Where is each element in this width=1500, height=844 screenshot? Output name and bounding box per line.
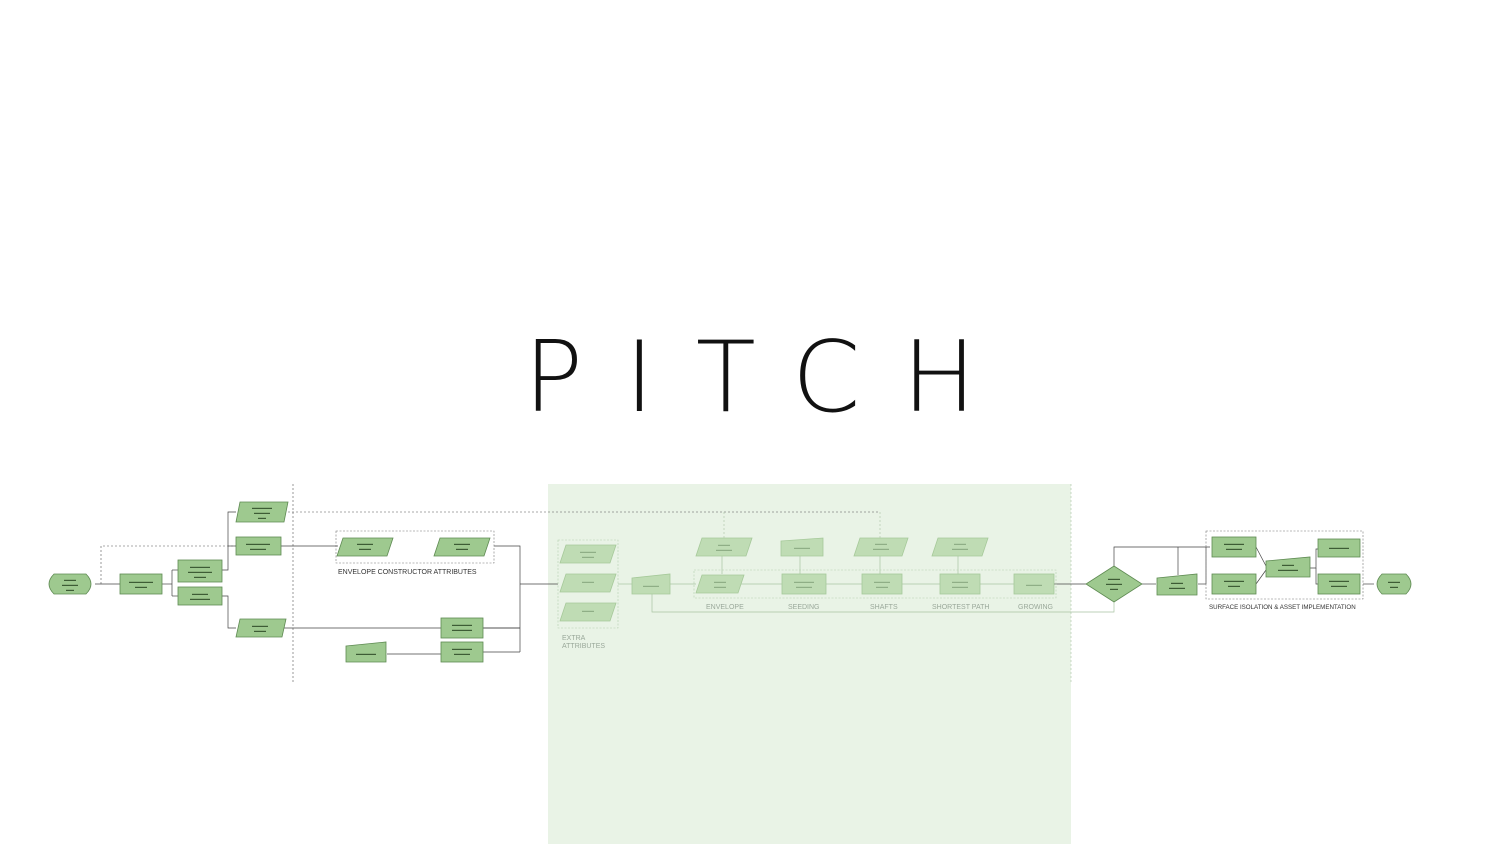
edges-middle <box>618 512 1115 613</box>
svg-text:▬▬▬▬: ▬▬▬▬ <box>952 584 968 589</box>
input-node: ▬▬▬▬ ▬▬▬ <box>235 618 287 638</box>
extra-attributes-label-line1: EXTRA <box>562 635 586 642</box>
svg-text:▬▬▬▬: ▬▬▬▬ <box>1331 583 1347 588</box>
process-node: ▬▬▬▬ ▬▬▬▬ <box>939 573 981 595</box>
manual-input-node: ▬▬▬▬ <box>780 537 824 557</box>
decision-node: ▬▬▬ ▬▬▬▬ ▬▬ <box>1085 565 1143 603</box>
end-node: ▬▬▬ ▬▬ <box>1376 573 1412 595</box>
process-node: ▬▬▬▬▬ ▬▬▬▬▬▬ ▬▬▬ <box>177 559 223 583</box>
input-node: ▬▬▬ ▬▬▬▬ <box>853 537 909 557</box>
svg-text:▬▬▬▬▬: ▬▬▬▬▬ <box>356 651 376 656</box>
process-node: ▬▬▬▬▬▬ ▬▬▬▬ <box>235 536 282 556</box>
edges-left <box>95 511 880 655</box>
input-node: ▬▬▬ ▬▬▬ <box>695 574 745 594</box>
svg-text:▬▬▬▬: ▬▬▬▬ <box>1169 585 1185 590</box>
svg-text:▬▬▬▬: ▬▬▬▬ <box>454 651 470 656</box>
input-node: ▬▬▬▬ ▬▬▬ <box>433 537 491 557</box>
svg-text:▬▬: ▬▬ <box>1390 584 1398 589</box>
manual-input-node: ▬▬▬▬ <box>631 573 671 595</box>
svg-text:▬▬▬▬: ▬▬▬▬ <box>794 545 810 550</box>
svg-text:▬▬▬▬: ▬▬▬▬ <box>716 547 732 552</box>
svg-text:▬▬▬: ▬▬▬ <box>456 546 468 551</box>
process-node: ▬▬▬▬ ▬▬▬ <box>861 573 903 595</box>
process-node: ▬▬▬▬▬ ▬▬▬▬ <box>440 641 484 663</box>
input-node: ▬▬▬ ▬▬▬▬ <box>695 537 753 557</box>
svg-text:▬▬▬▬▬: ▬▬▬▬▬ <box>1329 545 1349 550</box>
manual-input-node: ▬▬▬▬▬ <box>345 641 387 663</box>
stage-label-shortest-path: SHORTEST PATH <box>932 604 989 611</box>
svg-text:▬▬▬: ▬▬▬ <box>582 608 594 613</box>
svg-text:▬▬▬: ▬▬▬ <box>194 574 206 579</box>
svg-text:▬▬▬: ▬▬▬ <box>582 554 594 559</box>
manual-input-node: ▬▬▬ ▬▬▬▬ <box>1156 573 1198 596</box>
svg-text:▬▬▬: ▬▬▬ <box>876 584 888 589</box>
process-node: ▬▬▬▬ <box>1013 573 1055 595</box>
manual-input-node: ▬▬▬ ▬▬▬▬▬ <box>1265 556 1311 578</box>
envelope-constructor-label: ENVELOPE CONSTRUCTOR ATTRIBUTES <box>338 569 477 576</box>
process-node: ▬▬▬▬▬ <box>1317 538 1361 558</box>
svg-text:▬▬▬: ▬▬▬ <box>135 584 147 589</box>
stage-label-seeding: SEEDING <box>788 604 820 611</box>
svg-text:▬▬▬: ▬▬▬ <box>714 584 726 589</box>
svg-text:▬▬▬: ▬▬▬ <box>1228 583 1240 588</box>
svg-text:▬▬▬▬▬: ▬▬▬▬▬ <box>452 627 472 632</box>
svg-text:▬▬▬▬: ▬▬▬▬ <box>796 584 812 589</box>
svg-text:▬▬: ▬▬ <box>66 587 74 592</box>
svg-text:▬▬▬: ▬▬▬ <box>359 546 371 551</box>
svg-text:▬▬▬▬: ▬▬▬▬ <box>952 546 968 551</box>
input-node: ▬▬▬ ▬▬▬▬ <box>931 537 989 557</box>
input-node: ▬▬▬ <box>559 602 617 622</box>
process-node: ▬▬▬▬▬▬ ▬▬▬ <box>119 573 163 595</box>
svg-text:▬▬: ▬▬ <box>1110 586 1118 591</box>
svg-text:▬▬▬▬: ▬▬▬▬ <box>643 583 659 588</box>
svg-text:▬▬▬▬▬: ▬▬▬▬▬ <box>190 596 210 601</box>
svg-text:▬▬▬▬: ▬▬▬▬ <box>1226 546 1242 551</box>
svg-text:▬▬▬: ▬▬▬ <box>582 579 594 584</box>
svg-text:▬▬▬▬: ▬▬▬▬ <box>1026 582 1042 587</box>
svg-text:▬▬: ▬▬ <box>258 515 266 520</box>
input-node: ▬▬▬▬ ▬▬▬ <box>559 544 617 564</box>
input-node: ▬▬▬ <box>559 573 617 593</box>
process-node: ▬▬▬▬▬ ▬▬▬ <box>1211 573 1257 595</box>
input-node: ▬▬▬▬ ▬▬▬ <box>336 537 394 557</box>
start-node: ▬▬▬ ▬▬▬▬ ▬▬ <box>48 573 92 595</box>
process-node: ▬▬▬▬▬ ▬▬▬▬ <box>1211 536 1257 558</box>
process-node: ▬▬▬▬▬ ▬▬▬▬▬ <box>440 617 484 639</box>
input-node: ▬▬▬▬▬ ▬▬▬▬ ▬▬ <box>235 501 289 523</box>
stage-label-growing: GROWING <box>1018 604 1053 611</box>
surface-isolation-label: SURFACE ISOLATION & ASSET IMPLEMENTATION <box>1209 604 1356 611</box>
svg-text:▬▬▬▬: ▬▬▬▬ <box>873 546 889 551</box>
svg-text:▬▬▬▬: ▬▬▬▬ <box>250 546 266 551</box>
stage-label-shafts: SHAFTS <box>870 604 898 611</box>
svg-text:▬▬▬: ▬▬▬ <box>254 628 266 633</box>
extra-attributes-label-line2: ATTRIBUTES <box>562 643 605 650</box>
process-node: ▬▬▬▬ ▬▬▬▬▬ <box>177 586 223 606</box>
process-node: ▬▬▬▬▬ ▬▬▬▬ <box>781 573 827 595</box>
stage-label-envelope: ENVELOPE <box>706 604 744 611</box>
flowchart-diagram: ▬▬▬ ▬▬▬▬ ▬▬ ▬▬▬▬▬▬ ▬▬▬ ▬▬▬▬▬ ▬▬▬▬▬▬ ▬▬▬ … <box>48 484 1412 682</box>
process-node: ▬▬▬▬▬ ▬▬▬▬ <box>1317 573 1361 595</box>
svg-text:▬▬▬▬▬: ▬▬▬▬▬ <box>1278 567 1298 572</box>
